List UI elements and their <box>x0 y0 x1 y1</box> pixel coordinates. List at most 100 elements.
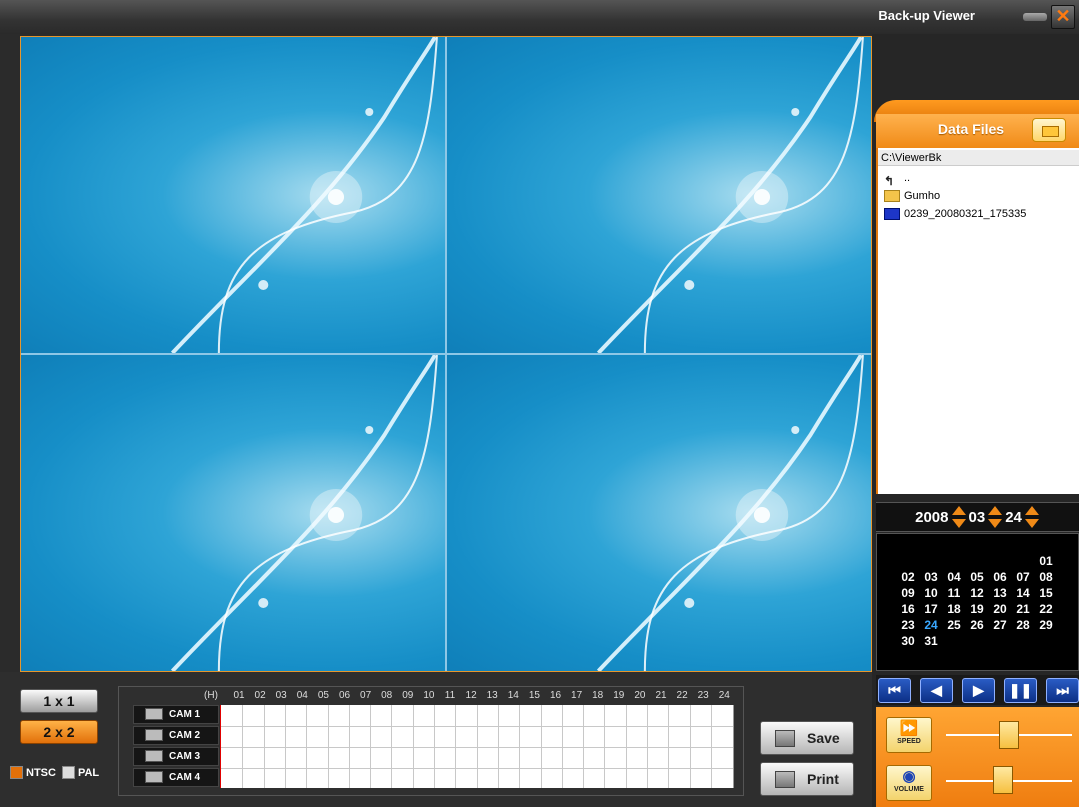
hour-label: 16 <box>549 690 562 701</box>
volume-slider[interactable] <box>992 766 1013 794</box>
open-folder-button[interactable] <box>1032 118 1066 142</box>
calendar-day[interactable]: 31 <box>920 634 942 648</box>
layout-2x2-button[interactable]: 2 x 2 <box>20 720 98 744</box>
calendar-day[interactable]: 06 <box>989 570 1011 584</box>
close-button[interactable]: ✕ <box>1051 5 1075 29</box>
calendar-day[interactable]: 30 <box>897 634 919 648</box>
video-pane-1[interactable] <box>21 37 445 353</box>
video-pane-3[interactable] <box>21 355 445 671</box>
calendar-day[interactable]: 17 <box>920 602 942 616</box>
hour-label: 24 <box>718 690 730 701</box>
calendar-day[interactable]: 28 <box>1012 618 1034 632</box>
pal-checkbox[interactable] <box>61 766 75 779</box>
speaker-icon: ◉ <box>902 768 916 785</box>
file-item-label: 0239_20080321_175335 <box>904 208 1027 220</box>
hour-label: 21 <box>655 690 667 701</box>
year-spinner[interactable] <box>951 506 966 528</box>
calendar-day[interactable]: 15 <box>1035 586 1057 600</box>
file-item-folder[interactable]: Gumho <box>884 188 940 204</box>
file-item-video[interactable]: 0239_20080321_175335 <box>884 206 1026 222</box>
volume-button[interactable]: ◉ VOLUME <box>886 765 932 801</box>
calendar-day[interactable]: 01 <box>1035 554 1057 568</box>
hour-label: 02 <box>254 690 266 701</box>
play-button[interactable]: ▶ <box>962 678 995 703</box>
calendar-day[interactable]: 24 <box>920 618 942 632</box>
calendar-day[interactable]: 22 <box>1035 602 1057 616</box>
hour-label: 19 <box>613 690 625 701</box>
calendar-day[interactable]: 18 <box>943 602 965 616</box>
camera-name: CAM 1 <box>169 709 201 720</box>
calendar-day[interactable]: 03 <box>920 570 942 584</box>
calendar-day[interactable]: 29 <box>1035 618 1057 632</box>
calendar-day[interactable]: 09 <box>897 586 919 600</box>
current-path: C:\ViewerBk <box>878 150 1079 166</box>
camera-label[interactable]: CAM 1 <box>133 705 219 724</box>
speed-slider[interactable] <box>999 721 1019 749</box>
calendar-day[interactable]: 21 <box>1012 602 1034 616</box>
hour-label: 20 <box>634 690 646 701</box>
prev-icon: ◀ <box>931 682 942 698</box>
calendar-day[interactable]: 11 <box>943 586 965 600</box>
month-spinner[interactable] <box>988 506 1003 528</box>
hour-label: 10 <box>423 690 435 701</box>
folder-icon <box>884 190 900 203</box>
hour-label: 08 <box>381 690 393 701</box>
pause-button[interactable]: ❚❚ <box>1004 678 1037 703</box>
hour-label: 15 <box>528 690 540 701</box>
hour-label: 04 <box>296 690 308 701</box>
print-button[interactable]: Print <box>760 762 854 796</box>
video-standard: NTSC PAL <box>10 766 99 779</box>
hour-label: 17 <box>571 690 583 701</box>
save-button[interactable]: Save <box>760 721 854 755</box>
video-grid <box>20 36 872 672</box>
month-value: 03 <box>968 508 986 526</box>
calendar-day[interactable]: 14 <box>1012 586 1034 600</box>
play-icon: ▶ <box>973 682 984 698</box>
hour-label: 11 <box>444 690 456 701</box>
calendar-day[interactable]: 10 <box>920 586 942 600</box>
minimize-button[interactable] <box>1023 13 1047 21</box>
camera-label[interactable]: CAM 4 <box>133 768 219 787</box>
video-frame-art <box>596 37 864 353</box>
hour-label: 23 <box>697 690 709 701</box>
timeline-grid[interactable] <box>220 705 734 788</box>
speed-button[interactable]: ⏩ SPEED <box>886 717 932 753</box>
calendar-day[interactable]: 12 <box>966 586 988 600</box>
calendar-day[interactable]: 07 <box>1012 570 1034 584</box>
calendar-day[interactable]: 20 <box>989 602 1011 616</box>
camera-label[interactable]: CAM 3 <box>133 747 219 766</box>
hour-axis-label: (H) <box>204 690 218 701</box>
calendar-day[interactable]: 27 <box>989 618 1011 632</box>
previous-button[interactable]: ◀ <box>920 678 953 703</box>
year-value: 2008 <box>915 508 949 526</box>
video-pane-2[interactable] <box>447 37 871 353</box>
calendar-day[interactable]: 23 <box>897 618 919 632</box>
calendar-day[interactable]: 26 <box>966 618 988 632</box>
camera-label[interactable]: CAM 2 <box>133 726 219 745</box>
file-item-parent[interactable]: ↰.. <box>884 170 911 188</box>
video-file-icon <box>884 208 900 221</box>
hour-label: 07 <box>360 690 372 701</box>
parent-folder-icon: ↰ <box>884 173 895 188</box>
video-frame-art <box>170 37 438 353</box>
camera-name: CAM 4 <box>169 772 201 783</box>
calendar-day[interactable]: 19 <box>966 602 988 616</box>
calendar-day[interactable]: 02 <box>897 570 919 584</box>
calendar-day[interactable]: 08 <box>1035 570 1057 584</box>
day-spinner[interactable] <box>1024 506 1039 528</box>
camera-icon <box>145 750 163 763</box>
file-item-label: .. <box>904 172 911 184</box>
file-item-label: Gumho <box>904 190 941 202</box>
calendar-day[interactable]: 05 <box>966 570 988 584</box>
last-frame-button[interactable]: ⏭ <box>1046 678 1079 703</box>
calendar-day[interactable]: 16 <box>897 602 919 616</box>
calendar-day[interactable]: 04 <box>943 570 965 584</box>
camera-name: CAM 2 <box>169 730 201 741</box>
ntsc-checkbox[interactable] <box>10 766 23 779</box>
window-title: Back-up Viewer <box>878 8 975 23</box>
first-frame-button[interactable]: ⏮ <box>878 678 911 703</box>
video-pane-4[interactable] <box>447 355 871 671</box>
calendar-day[interactable]: 13 <box>989 586 1011 600</box>
layout-1x1-button[interactable]: 1 x 1 <box>20 689 98 713</box>
calendar-day[interactable]: 25 <box>943 618 965 632</box>
